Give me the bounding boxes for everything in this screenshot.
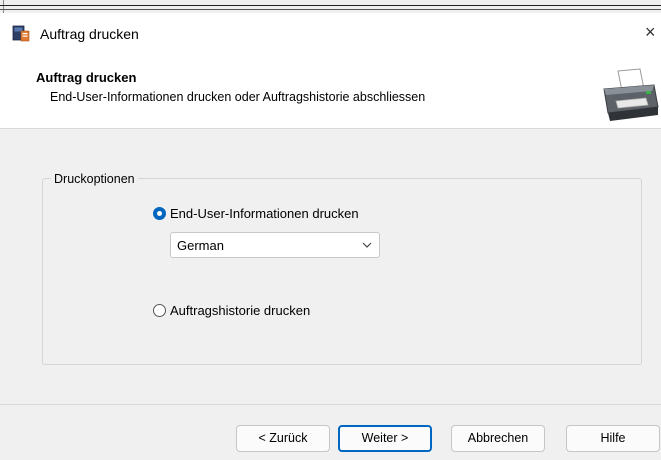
- edge-line: [0, 5, 661, 6]
- app-icon: [12, 25, 30, 42]
- radio-end-user-info[interactable]: End-User-Informationen drucken: [153, 206, 359, 221]
- wizard-footer: < Zurück Weiter > Abbrechen Hilfe: [0, 404, 661, 460]
- language-select[interactable]: German: [170, 232, 380, 258]
- radio-label: End-User-Informationen drucken: [170, 206, 359, 221]
- close-icon[interactable]: ×: [645, 22, 656, 43]
- wizard-body: Druckoptionen End-User-Informationen dru…: [0, 129, 661, 404]
- radio-unchecked-icon[interactable]: [153, 304, 166, 317]
- window-title: Auftrag drucken: [40, 26, 139, 42]
- radio-label: Auftragshistorie drucken: [170, 303, 311, 318]
- back-button[interactable]: < Zurück: [236, 425, 330, 452]
- printer-icon: [603, 68, 659, 121]
- wizard-header: Auftrag drucken End-User-Informationen d…: [0, 55, 661, 129]
- language-select-value: German: [177, 238, 224, 253]
- wizard-title: Auftrag drucken: [36, 70, 137, 85]
- next-button[interactable]: Weiter >: [338, 425, 432, 452]
- radio-checked-icon[interactable]: [153, 207, 166, 220]
- window-top-edge: [0, 0, 661, 13]
- wizard-subtitle: End-User-Informationen drucken oder Auft…: [50, 90, 426, 104]
- help-button[interactable]: Hilfe: [566, 425, 660, 452]
- radio-order-history[interactable]: Auftragshistorie drucken: [153, 303, 310, 318]
- chevron-down-icon[interactable]: [361, 239, 373, 251]
- cancel-button[interactable]: Abbrechen: [451, 425, 545, 452]
- group-label: Druckoptionen: [51, 172, 138, 186]
- edge-line: [0, 9, 661, 10]
- title-bar: Auftrag drucken ×: [0, 13, 661, 55]
- edge-line: [3, 0, 4, 13]
